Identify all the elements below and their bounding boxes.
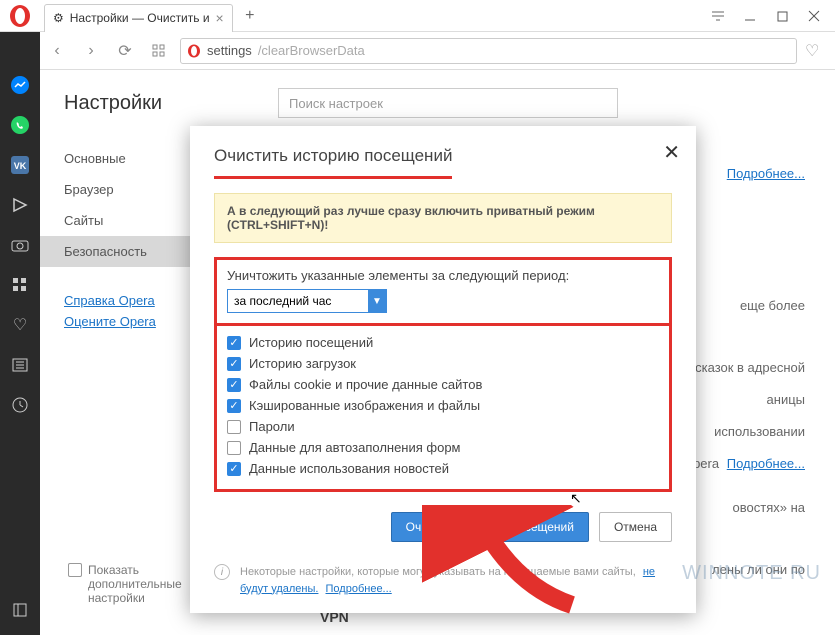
more-link-2[interactable]: Подробнее... [727, 456, 805, 471]
info-icon: i [214, 564, 230, 580]
heart-sidebar-icon[interactable]: ♡ [9, 314, 31, 336]
gear-icon: ⚙ [53, 11, 64, 25]
check-label: Пароли [249, 419, 295, 434]
whatsapp-icon[interactable] [9, 114, 31, 136]
browser-tab[interactable]: ⚙ Настройки — Очистить и × [44, 4, 233, 32]
snapshot-icon[interactable] [9, 234, 31, 256]
check-label: Кэшированные изображения и файлы [249, 398, 480, 413]
vk-icon[interactable]: VK [9, 154, 31, 176]
bookmarks-icon[interactable] [9, 194, 31, 216]
check-label: Историю посещений [249, 335, 373, 350]
opera-logo [8, 4, 32, 28]
settings-nav: Настройки Основные Браузер Сайты Безопас… [40, 70, 198, 635]
sidebar-collapse-icon[interactable] [9, 599, 31, 621]
close-icon[interactable] [807, 9, 821, 23]
check-row-4[interactable]: Пароли [227, 416, 659, 437]
nav-sites[interactable]: Сайты [64, 205, 198, 236]
nav-browser[interactable]: Браузер [64, 174, 198, 205]
speed-dial-icon[interactable] [146, 38, 172, 64]
checkbox-icon: ✓ [227, 357, 241, 371]
check-row-6[interactable]: ✓ Данные использования новостей [227, 458, 659, 479]
period-select[interactable]: за последний час ▼ [227, 289, 387, 313]
watermark: WINNOTE RU [682, 562, 821, 585]
toolbar: ‹ › ⟳ settings/clearBrowserData ♡ [0, 32, 835, 70]
extensions-icon[interactable] [9, 274, 31, 296]
clear-data-modal: Очистить историю посещений ✕ А в следующ… [190, 126, 696, 613]
checkbox-icon: ✓ [227, 378, 241, 392]
check-label: Историю загрузок [249, 356, 356, 371]
checkbox-icon: ✓ [227, 399, 241, 413]
footnote-more-link[interactable]: Подробнее... [326, 583, 392, 595]
back-button[interactable]: ‹ [44, 38, 70, 64]
check-row-2[interactable]: ✓ Файлы cookie и прочие данные сайтов [227, 374, 659, 395]
check-row-3[interactable]: ✓ Кэшированные изображения и файлы [227, 395, 659, 416]
address-path: /clearBrowserData [258, 43, 365, 58]
reload-button[interactable]: ⟳ [112, 38, 138, 64]
checkbox-icon: ✓ [227, 462, 241, 476]
left-sidebar: VK ♡ [0, 32, 40, 635]
menu-icon[interactable] [711, 9, 725, 23]
check-row-5[interactable]: Данные для автозаполнения форм [227, 437, 659, 458]
window-controls [697, 0, 835, 32]
more-link-1[interactable]: Подробнее... [727, 166, 805, 181]
checkbox-icon: ✓ [227, 336, 241, 350]
nav-security[interactable]: Безопасность [40, 236, 198, 267]
news-icon[interactable] [9, 354, 31, 376]
modal-footnote: i Некоторые настройки, которые могут ука… [214, 564, 672, 597]
search-settings-input[interactable]: Поиск настроек [278, 88, 618, 118]
svg-text:VK: VK [14, 161, 27, 171]
cancel-button[interactable]: Отмена [599, 512, 672, 542]
check-row-1[interactable]: ✓ Историю загрузок [227, 353, 659, 374]
heart-icon[interactable]: ♡ [805, 41, 825, 61]
opera-small-icon [187, 44, 201, 58]
checkbox-list: ✓ Историю посещений ✓ Историю загрузок ✓ Файл… [214, 326, 672, 492]
new-tab-button[interactable]: + [239, 5, 261, 27]
modal-close-button[interactable]: ✕ [663, 140, 680, 165]
checkbox-icon [68, 563, 82, 577]
messenger-icon[interactable] [9, 74, 31, 96]
check-row-0[interactable]: ✓ Историю посещений [227, 332, 659, 353]
modal-title: Очистить историю посещений [214, 146, 452, 179]
forward-button[interactable]: › [78, 38, 104, 64]
rate-link[interactable]: Оцените Opera [64, 314, 198, 329]
history-icon[interactable] [9, 394, 31, 416]
address-protocol: settings [207, 43, 252, 58]
minimize-icon[interactable] [743, 9, 757, 23]
chevron-down-icon: ▼ [368, 290, 386, 312]
check-label: Данные использования новостей [249, 461, 449, 476]
settings-title: Настройки [64, 92, 198, 115]
private-mode-tip: А в следующий раз лучше сразу включить п… [214, 193, 672, 243]
tab-close-icon[interactable]: × [216, 10, 224, 26]
check-label: Файлы cookie и прочие данные сайтов [249, 377, 482, 392]
maximize-icon[interactable] [775, 9, 789, 23]
period-label: Уничтожить указанные элементы за следующ… [227, 268, 659, 283]
checkbox-icon [227, 420, 241, 434]
address-bar[interactable]: settings/clearBrowserData [180, 38, 797, 64]
checkbox-icon [227, 441, 241, 455]
clear-button[interactable]: Очистить историю посещений [391, 512, 589, 542]
help-link[interactable]: Справка Opera [64, 293, 198, 308]
period-block: Уничтожить указанные элементы за следующ… [214, 257, 672, 326]
nav-basic[interactable]: Основные [64, 143, 198, 174]
tab-title: Настройки — Очистить и [70, 11, 210, 25]
check-label: Данные для автозаполнения форм [249, 440, 461, 455]
cursor-icon: ↖ [570, 490, 582, 507]
